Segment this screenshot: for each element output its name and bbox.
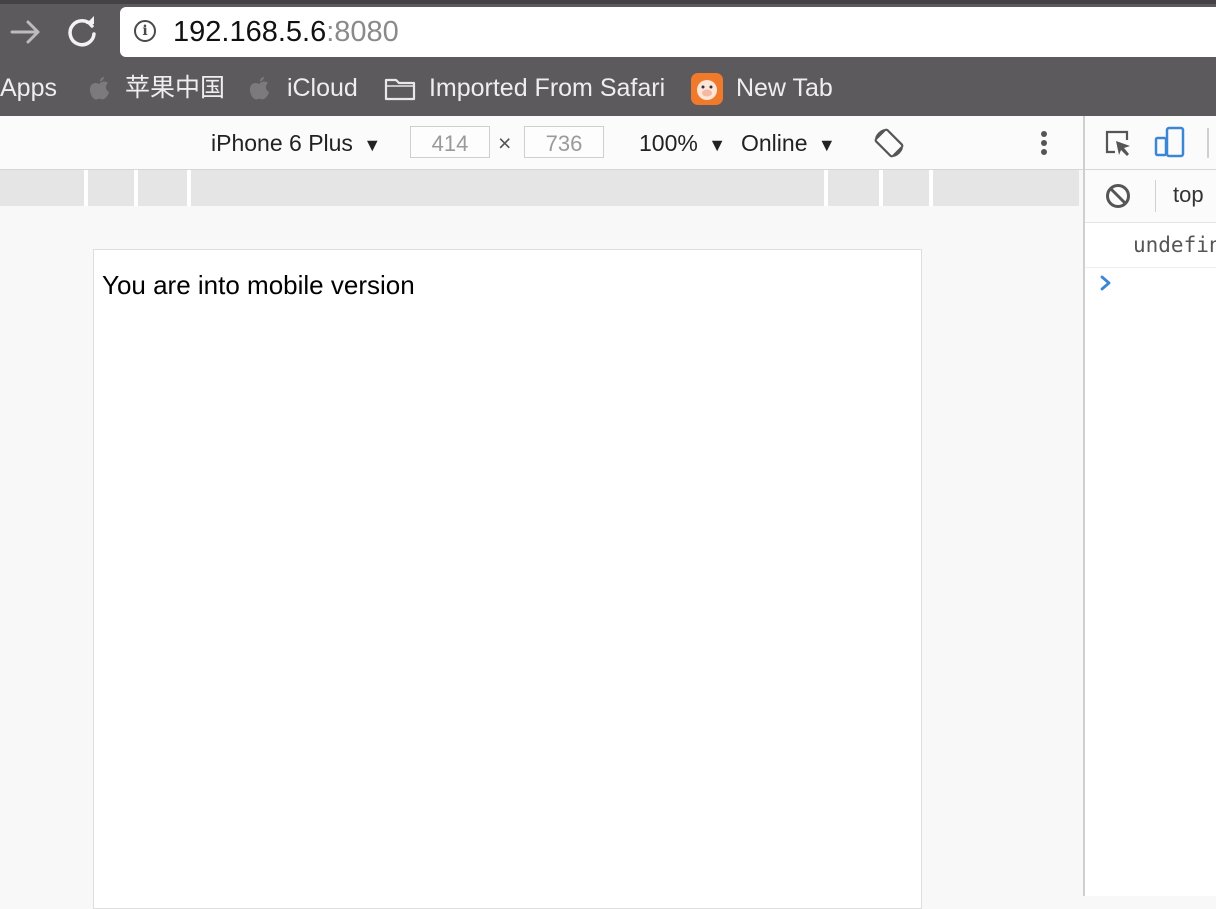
rotate-button[interactable] bbox=[872, 126, 906, 160]
bookmark-label: New Tab bbox=[735, 74, 833, 102]
device-toolbar: iPhone 6 Plus ▼ 414 × 736 100% ▼ Online … bbox=[0, 116, 1083, 170]
toolbar-divider bbox=[1207, 128, 1209, 158]
apple-icon bbox=[249, 77, 269, 100]
url-text[interactable]: 192.168.5.6:8080 bbox=[173, 14, 399, 50]
network-throttle-select[interactable]: Online ▼ bbox=[741, 116, 836, 169]
bookmark-label: Apps bbox=[0, 74, 57, 102]
dropdown-arrow-icon: ▼ bbox=[708, 135, 727, 155]
bookmark-apps[interactable]: Apps bbox=[0, 62, 57, 116]
dropdown-arrow-icon: ▼ bbox=[363, 135, 382, 155]
media-query-divider bbox=[84, 170, 88, 206]
media-query-divider bbox=[187, 170, 191, 206]
url-host: 192.168.5.6 bbox=[173, 16, 327, 48]
device-mode-icon bbox=[1154, 126, 1185, 158]
arrow-right-icon bbox=[10, 20, 40, 44]
reload-button[interactable] bbox=[62, 12, 102, 52]
console-output-line: undefin bbox=[1133, 233, 1216, 257]
dimension-separator: × bbox=[498, 130, 512, 156]
media-query-divider bbox=[134, 170, 138, 206]
devtools-panel: top undefin bbox=[1083, 116, 1216, 896]
folder-icon bbox=[384, 79, 416, 101]
page-message: You are into mobile version bbox=[102, 270, 415, 300]
apple-icon bbox=[89, 77, 109, 100]
bookmarks-bar: Apps 苹果中国 iCloud Imported From Safari Ne… bbox=[0, 62, 1216, 116]
device-viewport[interactable]: You are into mobile version bbox=[93, 249, 922, 909]
rotate-icon bbox=[874, 128, 904, 158]
zoom-select[interactable]: 100% ▼ bbox=[639, 116, 726, 169]
bookmark-new-tab[interactable]: New Tab bbox=[691, 62, 833, 116]
reload-icon bbox=[68, 16, 96, 47]
console-divider bbox=[1085, 267, 1216, 268]
dropdown-arrow-icon: ▼ bbox=[817, 135, 836, 155]
media-query-divider bbox=[929, 170, 933, 206]
inspect-element-button[interactable] bbox=[1103, 128, 1133, 158]
media-query-divider bbox=[879, 170, 883, 206]
clear-console-button[interactable] bbox=[1105, 183, 1131, 209]
device-toolbar-toggle[interactable] bbox=[1153, 125, 1187, 159]
context-select[interactable]: top bbox=[1173, 182, 1204, 208]
clear-console-icon bbox=[1106, 184, 1130, 208]
devtools-toolbar bbox=[1085, 116, 1216, 170]
kebab-menu-icon bbox=[1041, 131, 1047, 155]
info-icon[interactable]: i bbox=[134, 20, 156, 42]
bookmark-label: Imported From Safari bbox=[428, 74, 666, 102]
bookmark-folder-safari[interactable]: Imported From Safari bbox=[384, 62, 665, 116]
network-value: Online bbox=[741, 130, 808, 156]
bookmark-apple-china[interactable]: 苹果中国 bbox=[88, 62, 225, 116]
device-name: iPhone 6 Plus bbox=[211, 130, 353, 156]
height-input[interactable]: 736 bbox=[524, 126, 604, 158]
forward-button[interactable] bbox=[6, 12, 46, 52]
inspect-icon bbox=[1105, 130, 1130, 156]
more-options-button[interactable] bbox=[1034, 126, 1054, 160]
address-bar[interactable]: i 192.168.5.6:8080 bbox=[120, 7, 1216, 57]
url-port: :8080 bbox=[326, 16, 399, 48]
window-edge bbox=[0, 0, 1216, 4]
console-toolbar: top bbox=[1085, 170, 1216, 223]
bookmark-label: 苹果中国 bbox=[124, 74, 225, 102]
zoom-value: 100% bbox=[639, 130, 698, 156]
media-query-divider bbox=[824, 170, 828, 206]
device-select[interactable]: iPhone 6 Plus ▼ bbox=[211, 116, 381, 169]
console-prompt[interactable] bbox=[1099, 271, 1113, 302]
bookmark-icloud[interactable]: iCloud bbox=[248, 62, 358, 116]
bookmark-label: iCloud bbox=[286, 74, 358, 102]
toolbar-divider bbox=[1155, 180, 1156, 212]
browser-toolbar: i 192.168.5.6:8080 bbox=[0, 0, 1216, 62]
pig-face-icon bbox=[691, 73, 723, 106]
media-query-bar[interactable] bbox=[0, 170, 1079, 206]
chevron-right-icon bbox=[1100, 275, 1111, 291]
width-input[interactable]: 414 bbox=[410, 126, 490, 158]
